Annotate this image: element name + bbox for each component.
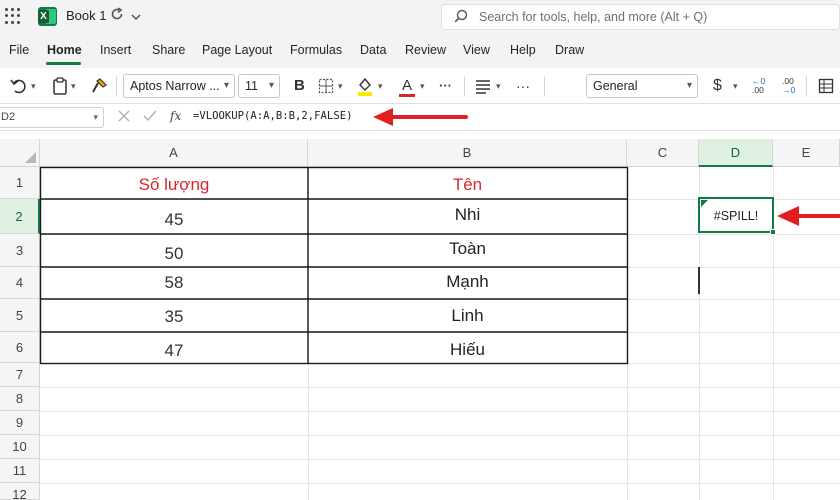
search-icon [454, 9, 468, 23]
cell-a6[interactable]: 47 [40, 341, 308, 361]
fill-dropdown-icon[interactable]: ▾ [378, 75, 383, 97]
borders-icon[interactable] [318, 75, 334, 97]
cell-a2[interactable]: 45 [40, 210, 308, 230]
bold-button[interactable]: B [294, 75, 305, 97]
cell-a1[interactable]: Số lượng [40, 175, 308, 195]
spill-error-value: #SPILL! [713, 209, 759, 223]
spill-annotation-arrow [777, 206, 840, 226]
format-painter-icon[interactable] [90, 75, 108, 97]
cell-a5[interactable]: 35 [40, 307, 308, 327]
cell-d2-active[interactable]: #SPILL! [698, 197, 776, 235]
undo-icon[interactable] [10, 75, 28, 97]
text-cursor [698, 267, 700, 294]
worksheet-grid[interactable]: A B C D E 1 2 3 4 5 6 7 8 9 10 11 12 Số … [0, 139, 840, 500]
borders-dropdown-icon[interactable]: ▾ [338, 75, 343, 97]
chevron-down-icon[interactable] [131, 9, 141, 24]
cancel-entry-icon[interactable] [118, 109, 130, 126]
name-box[interactable]: D2 ▾ [0, 107, 104, 128]
tab-draw[interactable]: Draw [555, 43, 584, 57]
autosave-sync-icon[interactable] [110, 7, 124, 24]
tab-insert[interactable]: Insert [100, 43, 131, 57]
font-color-dropdown-icon[interactable]: ▾ [420, 75, 425, 97]
formula-input[interactable]: =VLOOKUP(A:A,B:B,2,FALSE) [193, 110, 352, 122]
chevron-down-icon: ▾ [93, 112, 98, 122]
tab-page-layout[interactable]: Page Layout [202, 43, 272, 57]
tab-review[interactable]: Review [405, 43, 446, 57]
tab-help[interactable]: Help [510, 43, 536, 57]
title-bar: X Book 1 Search for tools, help, and mor… [0, 0, 840, 34]
search-input[interactable]: Search for tools, help, and more (Alt + … [441, 4, 840, 30]
cell-b3[interactable]: Toàn [308, 239, 627, 259]
decrease-decimal-icon[interactable]: .00 →0 [782, 77, 795, 99]
more-align-icon[interactable]: ··· [516, 75, 530, 97]
cell-b4[interactable]: Mạnh [308, 272, 627, 292]
font-color-button[interactable]: A [398, 75, 416, 97]
cell-a4[interactable]: 58 [40, 273, 308, 293]
undo-dropdown-icon[interactable]: ▾ [31, 75, 36, 97]
number-format-value: General [593, 79, 638, 93]
cell-b5[interactable]: Linh [308, 306, 627, 326]
table-icon[interactable] [818, 75, 834, 97]
font-color-label: A [401, 77, 412, 94]
currency-dropdown-icon[interactable]: ▾ [733, 75, 738, 97]
fill-color-icon[interactable] [356, 75, 374, 97]
chevron-down-icon: ▾ [686, 80, 692, 91]
tab-share[interactable]: Share [152, 43, 185, 57]
font-name-value: Aptos Narrow ... [130, 79, 220, 93]
align-dropdown-icon[interactable]: ▾ [496, 75, 501, 97]
font-size-value: 11 [245, 79, 258, 93]
more-icon[interactable]: ··· [439, 75, 452, 97]
paste-dropdown-icon[interactable]: ▾ [71, 75, 76, 97]
cell-b2[interactable]: Nhi [308, 205, 627, 225]
chevron-down-icon: ▾ [223, 80, 229, 91]
font-name-select[interactable]: Aptos Narrow ... ▾ [123, 74, 235, 98]
font-size-select[interactable]: 11 ▾ [238, 74, 280, 98]
tab-data[interactable]: Data [360, 43, 386, 57]
document-title[interactable]: Book 1 [66, 8, 106, 23]
name-box-value: D2 [1, 111, 16, 123]
cell-b6[interactable]: Hiếu [308, 340, 627, 360]
search-placeholder: Search for tools, help, and more (Alt + … [479, 10, 708, 24]
app-launcher-icon[interactable] [5, 8, 21, 24]
fill-handle[interactable] [770, 229, 776, 235]
error-indicator-icon[interactable] [701, 200, 708, 207]
insert-function-button[interactable]: fx [170, 109, 181, 123]
currency-icon[interactable]: $ [713, 75, 722, 97]
font-color-bar [399, 94, 415, 97]
confirm-entry-icon[interactable] [143, 109, 157, 126]
chevron-down-icon: ▾ [268, 80, 274, 91]
excel-logo-icon: X [38, 7, 57, 26]
cell-b1[interactable]: Tên [308, 175, 627, 195]
formula-bar: D2 ▾ fx =VLOOKUP(A:A,B:B,2,FALSE) [0, 104, 840, 131]
tab-file[interactable]: File [9, 43, 29, 57]
tab-home[interactable]: Home [47, 43, 82, 57]
clipboard-paste-icon[interactable] [52, 75, 68, 97]
tab-view[interactable]: View [463, 43, 490, 57]
number-format-select[interactable]: General ▾ [586, 74, 698, 98]
ribbon-toolbar: ▾ ▾ Aptos Narrow ... ▾ 11 ▾ B ▾ ▾ A ▾ ··… [0, 68, 840, 104]
align-icon[interactable] [474, 75, 492, 97]
menu-bar: File Home Insert Share Page Layout Formu… [0, 34, 840, 68]
cell-a3[interactable]: 50 [40, 244, 308, 264]
increase-decimal-icon[interactable]: ←0 .00 [752, 77, 765, 99]
active-tab-indicator [46, 62, 81, 65]
tab-formulas[interactable]: Formulas [290, 43, 342, 57]
formula-annotation-arrow [373, 108, 468, 126]
